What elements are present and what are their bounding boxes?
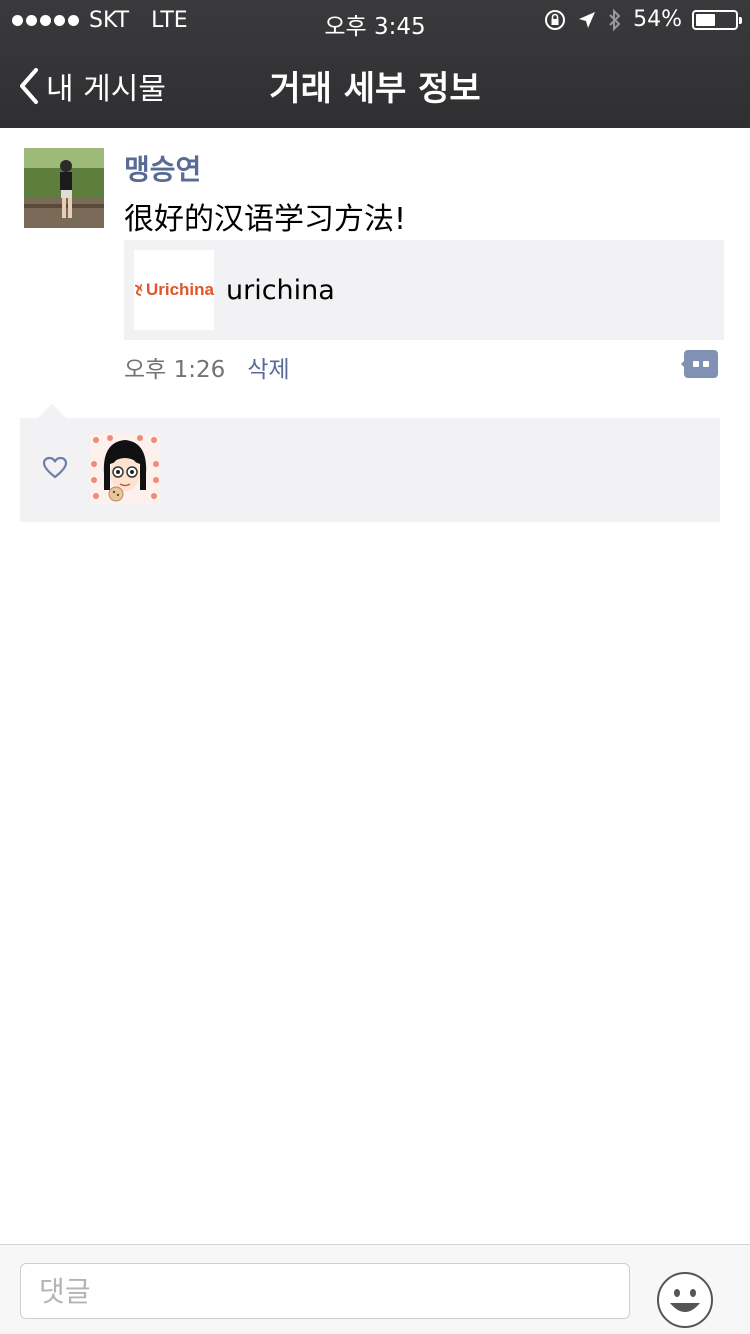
delete-button[interactable]: 삭제 (247, 350, 289, 384)
comment-input-bar (0, 1244, 750, 1334)
post-username[interactable]: 맹승연 (124, 148, 201, 188)
status-right: 54% (543, 7, 742, 32)
likes-panel (20, 418, 720, 522)
status-bar: SKT LTE 오후 3:45 54% (0, 0, 750, 40)
top-bar: SKT LTE 오후 3:45 54% 내 게시물 거래 세부 정보 (0, 0, 750, 128)
link-title: urichina (226, 274, 335, 306)
navigation-bar: 내 게시물 거래 세부 정보 (0, 40, 750, 128)
rotation-lock-icon (545, 9, 566, 30)
cartoon-avatar-image (90, 434, 160, 504)
battery-percent: 54% (633, 7, 682, 32)
avatar[interactable] (24, 148, 104, 228)
comment-icon[interactable] (681, 350, 718, 378)
bluetooth-icon (609, 8, 621, 31)
emoji-icon[interactable] (656, 1271, 714, 1329)
post-text: 很好的汉语学习方法! (124, 202, 407, 237)
link-logo-text: Urichina (145, 280, 214, 299)
comment-input[interactable] (20, 1263, 630, 1319)
page-title: 거래 세부 정보 (269, 69, 481, 109)
avatar-photo (24, 148, 104, 228)
likes-pointer (38, 404, 66, 418)
urichina-logo-icon (134, 284, 143, 296)
battery-icon (692, 9, 742, 30)
moments-detail-screen: SKT LTE 오후 3:45 54% 내 게시물 거래 세부 정보 맹승연 很… (0, 0, 750, 1334)
link-thumbnail: Urichina (134, 250, 214, 330)
post-time: 오후 1:26 (124, 357, 226, 383)
post-meta: 오후 1:26 삭제 (124, 350, 290, 384)
location-icon (579, 11, 596, 28)
shared-link-card[interactable]: Urichina urichina (124, 240, 724, 340)
heart-icon (42, 456, 68, 479)
liker-avatar[interactable] (90, 434, 160, 504)
